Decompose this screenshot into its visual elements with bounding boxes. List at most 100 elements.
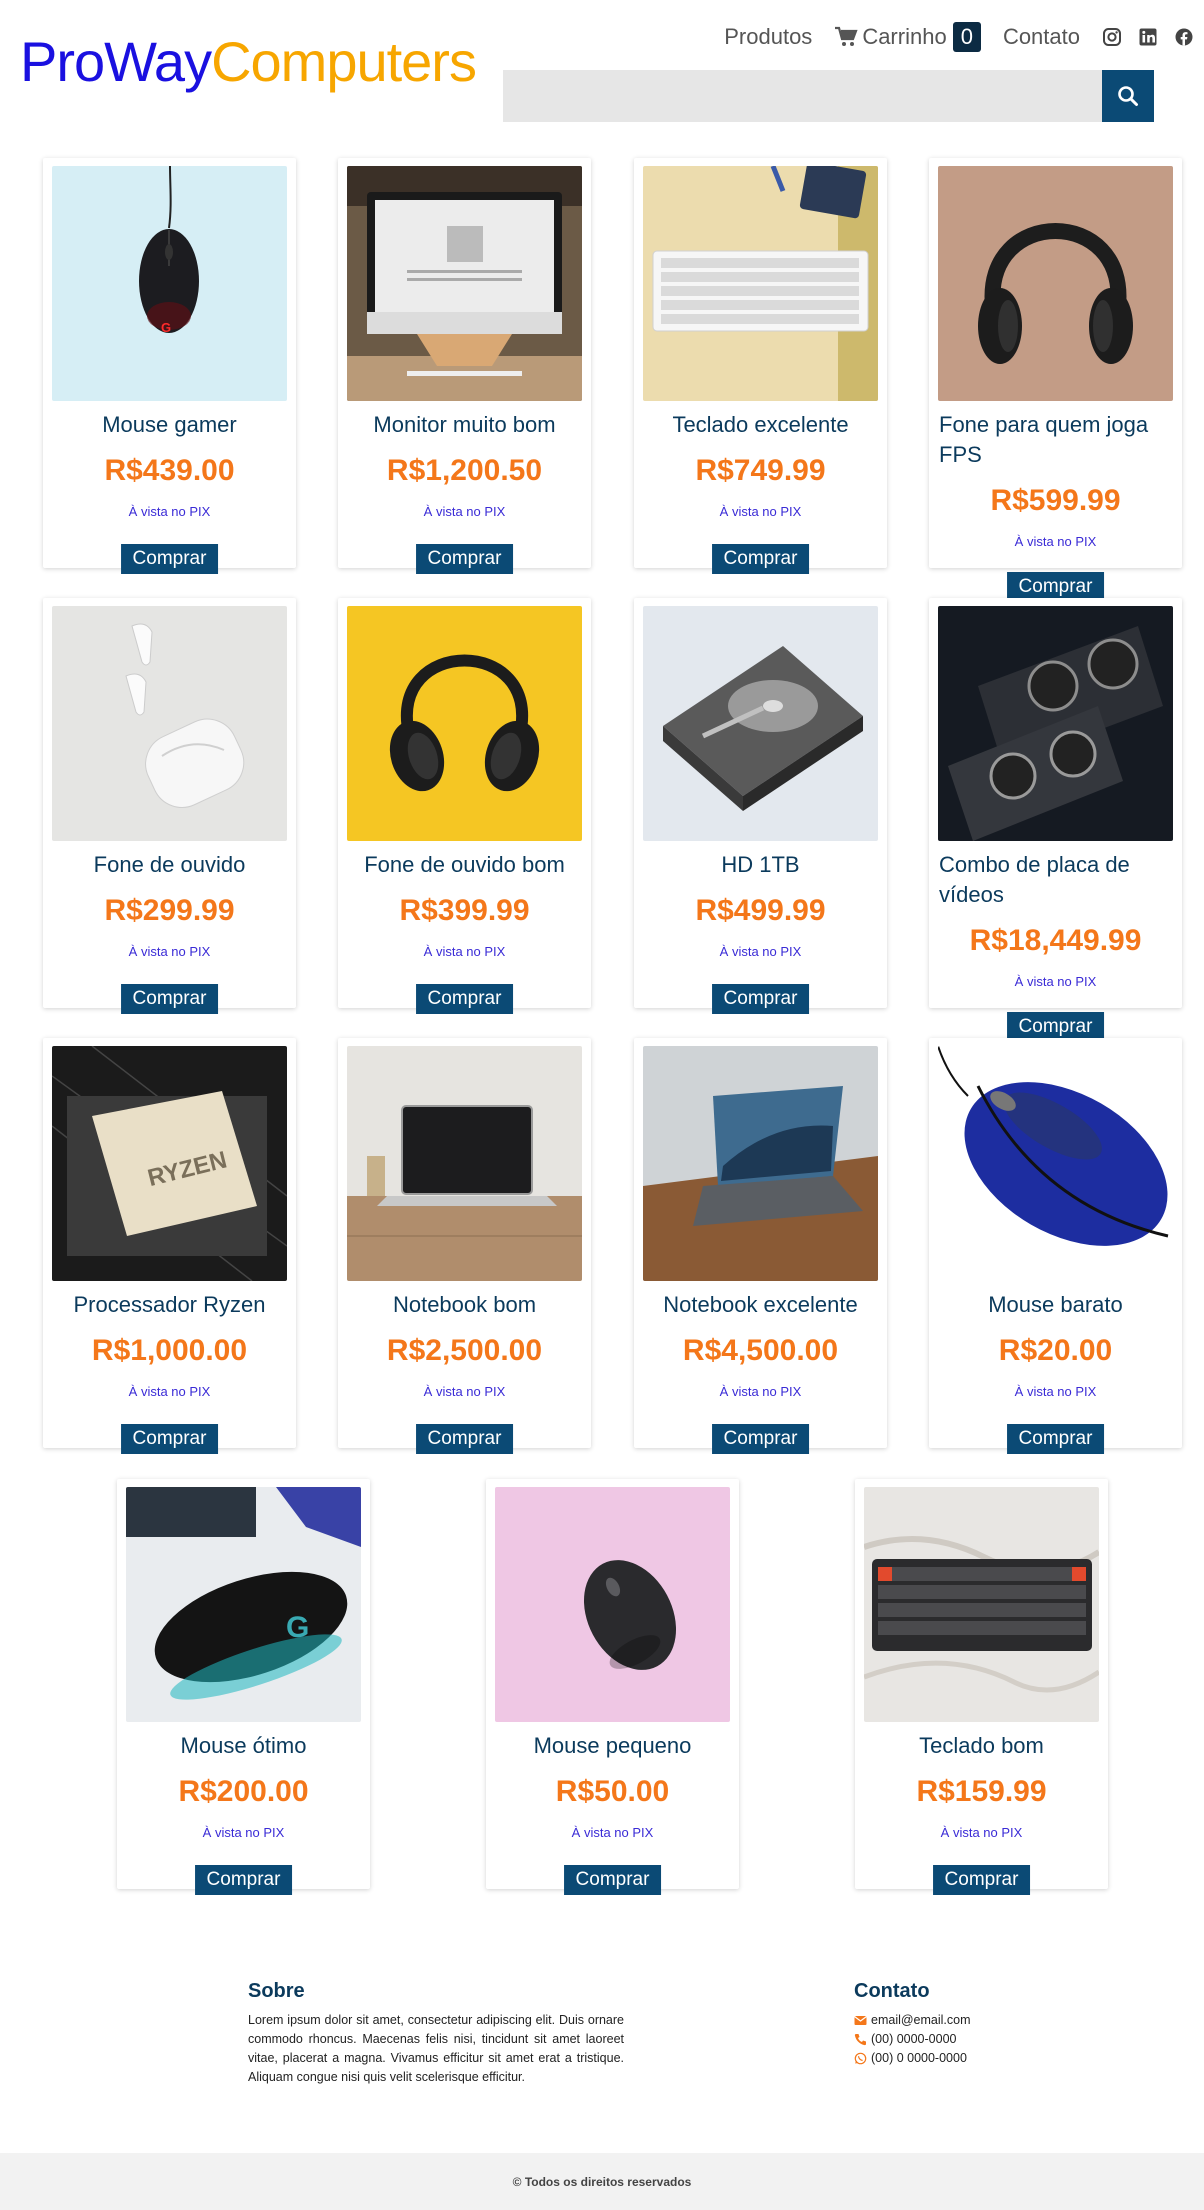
product-image[interactable]: [938, 166, 1173, 401]
product-card: Combo de placa de vídeos R$18,449.99 À v…: [929, 598, 1182, 1042]
product-name: Fone de ouvido bom: [364, 852, 565, 877]
product-name: Mouse ótimo: [180, 1733, 307, 1758]
pix-label: À vista no PIX: [423, 944, 506, 959]
nav-contact-link[interactable]: Contato: [1003, 24, 1080, 50]
contact-email[interactable]: email@email.com: [854, 2011, 1104, 2030]
product-price: R$50.00: [555, 1775, 670, 1808]
buy-button[interactable]: Comprar: [711, 1424, 810, 1454]
product-card: Fone de ouvido bom R$399.99 À vista no P…: [338, 598, 591, 1014]
product-price: R$1,000.00: [91, 1334, 248, 1367]
contact-email-text: email@email.com: [871, 2013, 971, 2027]
product-image[interactable]: [347, 606, 582, 841]
logo[interactable]: ProWayComputers: [20, 34, 477, 90]
footer-about-text: Lorem ipsum dolor sit amet, consectetur …: [248, 2013, 624, 2084]
product-name: Fone para quem joga FPS: [939, 412, 1149, 467]
product-name: Fone de ouvido: [93, 852, 246, 877]
product-name: Teclado bom: [919, 1733, 1044, 1758]
product-name: Mouse pequeno: [533, 1733, 692, 1758]
buy-button[interactable]: Comprar: [1006, 1424, 1105, 1454]
contact-whatsapp-text: (00) 0 0000-0000: [871, 2051, 967, 2065]
search-button[interactable]: [1102, 70, 1154, 122]
buy-button[interactable]: Comprar: [120, 1424, 219, 1454]
pix-label: À vista no PIX: [128, 504, 211, 519]
instagram-icon[interactable]: [1102, 27, 1122, 47]
buy-button[interactable]: Comprar: [932, 1865, 1031, 1895]
buy-button[interactable]: Comprar: [415, 544, 514, 574]
nav-cart-link[interactable]: Carrinho 0: [834, 22, 981, 52]
pix-label: À vista no PIX: [719, 504, 802, 519]
pix-label: À vista no PIX: [719, 1384, 802, 1399]
buy-button[interactable]: Comprar: [120, 984, 219, 1014]
product-image[interactable]: G: [126, 1487, 361, 1722]
product-card: Teclado excelente R$749.99 À vista no PI…: [634, 158, 887, 574]
buy-button[interactable]: Comprar: [563, 1865, 662, 1895]
phone-icon: [854, 2033, 867, 2046]
product-price: R$20.00: [998, 1334, 1113, 1367]
product-image[interactable]: [938, 1046, 1173, 1281]
product-price: R$599.99: [990, 484, 1121, 517]
product-price: R$499.99: [695, 894, 826, 927]
product-image[interactable]: [643, 166, 878, 401]
buy-button[interactable]: Comprar: [711, 544, 810, 574]
search-input[interactable]: [503, 70, 1102, 122]
buy-button[interactable]: Comprar: [415, 1424, 514, 1454]
product-card: Notebook bom R$2,500.00 À vista no PIX C…: [338, 1038, 591, 1454]
product-card: G Mouse gamer R$439.00 À vista no PIX Co…: [43, 158, 296, 574]
buy-button[interactable]: Comprar: [415, 984, 514, 1014]
product-name: Teclado excelente: [672, 412, 849, 437]
product-card: Fone de ouvido R$299.99 À vista no PIX C…: [43, 598, 296, 1014]
product-image[interactable]: [643, 606, 878, 841]
pix-label: À vista no PIX: [571, 1825, 654, 1840]
product-price: R$439.00: [104, 454, 235, 487]
buy-button[interactable]: Comprar: [120, 544, 219, 574]
product-image[interactable]: [495, 1487, 730, 1722]
contact-whatsapp[interactable]: (00) 0 0000-0000: [854, 2049, 1104, 2068]
product-image[interactable]: [938, 606, 1173, 841]
product-image[interactable]: [347, 166, 582, 401]
buy-button[interactable]: Comprar: [711, 984, 810, 1014]
pix-label: À vista no PIX: [423, 1384, 506, 1399]
product-price: R$299.99: [104, 894, 235, 927]
product-price: R$18,449.99: [969, 924, 1142, 957]
product-image[interactable]: [52, 606, 287, 841]
linkedin-icon[interactable]: [1138, 27, 1158, 47]
contact-phone-text: (00) 0000-0000: [871, 2032, 957, 2046]
product-image[interactable]: [864, 1487, 1099, 1722]
contact-phone[interactable]: (00) 0000-0000: [854, 2030, 1104, 2049]
top-nav: Produtos Carrinho 0 Contato: [724, 18, 1194, 56]
product-image[interactable]: [347, 1046, 582, 1281]
footer-contact: Contato email@email.com (00) 0000-0000 (…: [854, 1980, 1104, 2068]
product-price: R$749.99: [695, 454, 826, 487]
cart-icon: [834, 26, 858, 48]
copyright-text: © Todos os direitos reservados: [512, 2174, 692, 2189]
product-card: Notebook excelente R$4,500.00 À vista no…: [634, 1038, 887, 1454]
product-card: HD 1TB R$499.99 À vista no PIX Comprar: [634, 598, 887, 1014]
product-price: R$1,200.50: [386, 454, 543, 487]
buy-button[interactable]: Comprar: [194, 1865, 293, 1895]
product-name: Processador Ryzen: [73, 1292, 266, 1317]
product-name: Notebook bom: [392, 1292, 537, 1317]
facebook-icon[interactable]: [1174, 27, 1194, 47]
nav-products-link[interactable]: Produtos: [724, 24, 812, 50]
pix-label: À vista no PIX: [202, 1825, 285, 1840]
pix-label: À vista no PIX: [128, 944, 211, 959]
product-price: R$399.99: [399, 894, 530, 927]
product-image[interactable]: RYZEN: [52, 1046, 287, 1281]
envelope-icon: [854, 2014, 867, 2027]
pix-label: À vista no PIX: [719, 944, 802, 959]
copyright-bar: © Todos os direitos reservados: [0, 2153, 1204, 2210]
product-card: Monitor muito bom R$1,200.50 À vista no …: [338, 158, 591, 574]
nav-cart-label: Carrinho: [862, 24, 947, 49]
footer-about: Sobre Lorem ipsum dolor sit amet, consec…: [248, 1980, 624, 2087]
pix-label: À vista no PIX: [940, 1825, 1023, 1840]
product-card: Mouse barato R$20.00 À vista no PIX Comp…: [929, 1038, 1182, 1454]
whatsapp-icon: [854, 2052, 867, 2065]
product-card: Teclado bom R$159.99 À vista no PIX Comp…: [855, 1479, 1108, 1895]
pix-label: À vista no PIX: [1014, 974, 1097, 989]
pix-label: À vista no PIX: [1014, 534, 1097, 549]
product-image[interactable]: [643, 1046, 878, 1281]
product-price: R$159.99: [916, 1775, 1047, 1808]
product-image[interactable]: G: [52, 166, 287, 401]
product-price: R$200.00: [178, 1775, 309, 1808]
svg-text:G: G: [286, 1611, 309, 1644]
